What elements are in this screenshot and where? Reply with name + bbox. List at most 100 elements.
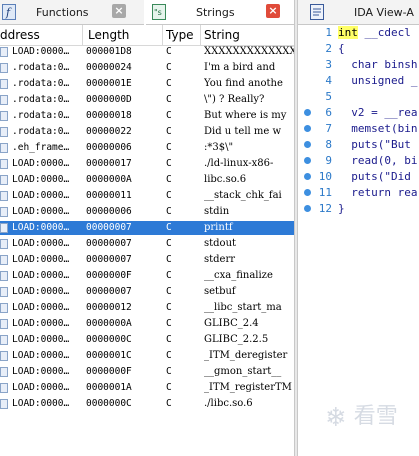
string-icon — [0, 383, 8, 393]
string-icon — [0, 191, 8, 201]
close-icon[interactable]: × — [266, 4, 280, 18]
code-line[interactable]: 7 memset(bin — [298, 121, 419, 137]
code-line[interactable]: 10 puts("Did — [298, 169, 419, 185]
table-row[interactable]: LOAD:0000… 00000007 Cstdout — [0, 237, 294, 251]
pseudocode-view[interactable]: 1 int __cdecl 2{3 char binsh 4 unsigned _ 5 6… — [298, 25, 419, 456]
breakpoint-dot-icon[interactable] — [304, 109, 311, 116]
cell-string: _ITM_deregister — [204, 350, 288, 361]
table-row[interactable]: LOAD:0000… 0000001A C _ITM_registerTM — [0, 381, 294, 395]
table-row[interactable]: .rodata:0… 00000024 C I'm a bird and — [0, 61, 294, 75]
cell-string: ./ld-linux-x86- — [204, 158, 274, 169]
column-type[interactable]: Type — [166, 28, 194, 42]
table-row[interactable]: LOAD:0000… 00000007 Cprintf — [0, 221, 294, 235]
code-text-rest: __cdecl — [357, 26, 411, 39]
cell-string: You find anothe — [204, 78, 283, 89]
table-row[interactable]: LOAD:0000… 00000007 Csetbuf — [0, 285, 294, 299]
cell-type: C — [166, 126, 172, 137]
cell-string: __cxa_finalize — [204, 270, 273, 281]
cell-type: C — [166, 334, 172, 345]
cell-length: 0000001A — [86, 382, 132, 393]
line-number: 8 — [325, 138, 332, 151]
code-line[interactable]: 2{ — [298, 41, 419, 57]
code-line[interactable]: 1 int __cdecl — [298, 25, 419, 41]
string-icon — [0, 95, 8, 105]
line-number: 2 — [325, 42, 332, 55]
string-icon — [0, 63, 8, 73]
table-row[interactable]: LOAD:0000… 0000001C C _ITM_deregister — [0, 349, 294, 363]
table-row[interactable]: LOAD:0000… 000001D8 C XXXXXXXXXXXXXXXX — [0, 45, 294, 59]
column-length[interactable]: Length — [88, 28, 129, 42]
cell-length: 0000001C — [86, 350, 132, 361]
string-icon — [0, 303, 8, 313]
code-text-rest: puts("But — [338, 138, 411, 151]
breakpoint-dot-icon[interactable] — [304, 205, 311, 212]
code-line[interactable]: 4 unsigned _ — [298, 73, 419, 89]
table-row[interactable]: .rodata:0… 0000000D C \") ? Really? — [0, 93, 294, 107]
table-row[interactable]: LOAD:0000… 0000000A Clibc.so.6 — [0, 173, 294, 187]
table-row[interactable]: LOAD:0000… 00000011 C __stack_chk_fai — [0, 189, 294, 203]
table-row[interactable]: LOAD:0000… 0000000C C GLIBC_2.2.5 — [0, 333, 294, 347]
cell-string: GLIBC_2.2.5 — [204, 334, 269, 345]
table-row[interactable]: .rodata:0… 0000001E C You find anothe — [0, 77, 294, 91]
table-row[interactable]: LOAD:0000… 00000007 Cstderr — [0, 253, 294, 267]
column-separator[interactable] — [162, 25, 163, 45]
string-icon — [0, 143, 8, 153]
table-row[interactable]: LOAD:0000… 00000006 Cstdin — [0, 205, 294, 219]
breakpoint-dot-icon[interactable] — [304, 125, 311, 132]
code-text: puts("Did — [338, 170, 411, 183]
cell-address: .rodata:0… — [12, 126, 70, 137]
table-row[interactable]: LOAD:0000… 0000000F C __cxa_finalize — [0, 269, 294, 283]
code-line[interactable]: 6 v2 = __rea — [298, 105, 419, 121]
table-row[interactable]: .rodata:0… 00000018 C But where is my — [0, 109, 294, 123]
column-string[interactable]: String — [204, 28, 240, 42]
table-row[interactable]: .eh_frame… 00000006 C:*3$\" — [0, 141, 294, 155]
line-number: 6 — [325, 106, 332, 119]
code-text: } — [338, 202, 345, 215]
column-separator[interactable] — [82, 25, 83, 45]
code-text-rest: char binsh — [338, 58, 418, 71]
code-line[interactable]: 11 return rea — [298, 185, 419, 201]
cell-length: 0000000A — [86, 174, 132, 185]
cell-type: C — [166, 398, 172, 409]
breakpoint-dot-icon[interactable] — [304, 189, 311, 196]
code-line[interactable]: 8 puts("But — [298, 137, 419, 153]
table-row[interactable]: LOAD:0000… 0000000F C __gmon_start__ — [0, 365, 294, 379]
column-separator[interactable] — [200, 25, 201, 45]
cell-string: ./libc.so.6 — [204, 398, 253, 409]
code-text: read(0, bi — [338, 154, 417, 167]
cell-string: But where is my — [204, 110, 287, 121]
cell-type: C — [166, 366, 172, 377]
table-row[interactable]: LOAD:0000… 00000012 C __libc_start_ma — [0, 301, 294, 315]
cell-string: __libc_start_ma — [204, 302, 282, 313]
document-icon — [310, 4, 324, 20]
breakpoint-dot-icon[interactable] — [304, 141, 311, 148]
cell-address: .eh_frame… — [12, 142, 70, 153]
svg-text:"s: "s — [154, 8, 162, 17]
code-text: memset(bin — [338, 122, 417, 135]
column-address[interactable]: ddress — [0, 28, 40, 42]
cell-type: C — [166, 78, 172, 89]
breakpoint-dot-icon[interactable] — [304, 157, 311, 164]
table-row[interactable]: LOAD:0000… 0000000C C ./libc.so.6 — [0, 397, 294, 411]
string-icon — [0, 111, 8, 121]
cell-type: C — [166, 142, 172, 153]
cell-type: C — [166, 238, 172, 249]
code-line[interactable]: 9 read(0, bi — [298, 153, 419, 169]
cell-length: 00000018 — [86, 110, 132, 121]
table-row[interactable]: .rodata:0… 00000022 C Did u tell me w — [0, 125, 294, 139]
breakpoint-dot-icon[interactable] — [304, 173, 311, 180]
cell-type: C — [166, 318, 172, 329]
code-line[interactable]: 3 char binsh — [298, 57, 419, 73]
cell-string: stdin — [204, 206, 230, 217]
tab-strings[interactable]: "s Strings × — [146, 0, 294, 25]
table-row[interactable]: LOAD:0000… 00000017 C ./ld-linux-x86- — [0, 157, 294, 171]
code-line[interactable]: 5 — [298, 89, 419, 105]
cell-length: 000001D8 — [86, 46, 132, 57]
code-line[interactable]: 12} — [298, 201, 419, 217]
close-icon[interactable]: × — [112, 4, 126, 18]
table-row[interactable]: LOAD:0000… 0000000A C GLIBC_2.4 — [0, 317, 294, 331]
cell-address: LOAD:0000… — [12, 206, 70, 217]
cell-string: printf — [204, 222, 233, 233]
tab-functions[interactable]: f Functions × — [0, 0, 144, 25]
tab-ida-view[interactable]: IDA View-A — [298, 0, 419, 25]
